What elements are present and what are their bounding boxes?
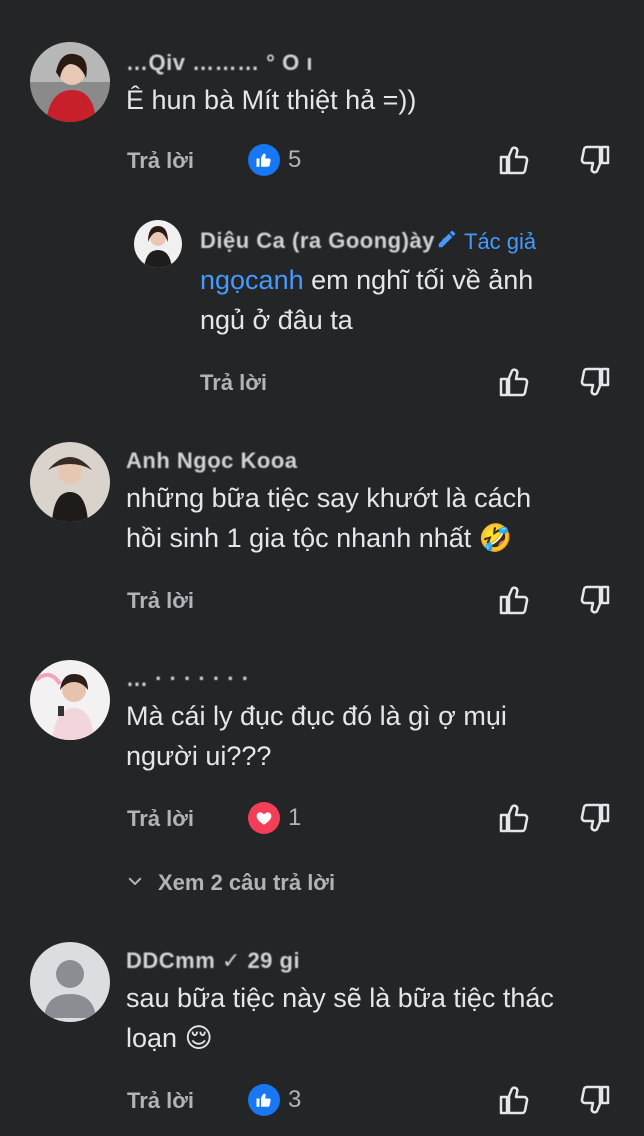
avatar[interactable] bbox=[134, 220, 182, 268]
downvote-button[interactable] bbox=[577, 364, 613, 400]
upvote-button[interactable] bbox=[496, 364, 532, 400]
upvote-button[interactable] bbox=[496, 1082, 532, 1118]
reply-text-body: em nghĩ tối về ảnh bbox=[303, 265, 534, 295]
upvote-button[interactable] bbox=[496, 582, 532, 618]
reply-button[interactable]: Trả lời bbox=[127, 588, 194, 614]
relieved-emoji: 😌 bbox=[184, 1023, 213, 1053]
reaction-summary[interactable]: 3 bbox=[248, 1084, 301, 1116]
comment-author[interactable]: DDCmm ✓ 29 gi bbox=[126, 948, 300, 974]
like-icon bbox=[248, 1084, 280, 1116]
reply-text-line2: ngủ ở đâu ta bbox=[200, 305, 353, 335]
comment-actions: Trả lời 5 bbox=[0, 142, 644, 182]
like-icon bbox=[248, 144, 280, 176]
comment-text-body: loạn bbox=[126, 1023, 178, 1053]
reply-button[interactable]: Trả lời bbox=[127, 806, 194, 832]
downvote-button[interactable] bbox=[577, 1082, 613, 1118]
comment-text: sau bữa tiệc này sẽ là bữa tiệc thác bbox=[126, 983, 554, 1013]
downvote-button[interactable] bbox=[577, 800, 613, 836]
reply-button[interactable]: Trả lời bbox=[127, 1088, 194, 1114]
reply-author-name: Diệu Ca (ra Goong)ày · bbox=[200, 228, 450, 253]
comment-author[interactable]: …Qiv ……… ° O ı bbox=[126, 50, 313, 76]
rofl-emoji: 🤣 bbox=[478, 523, 513, 553]
view-replies-label: Xem 2 câu trả lời bbox=[158, 870, 336, 895]
downvote-button[interactable] bbox=[577, 582, 613, 618]
comment-actions: Trả lời 1 bbox=[0, 800, 644, 840]
comment-text-line2: hồi sinh 1 gia tộc nhanh nhất 🤣 bbox=[126, 518, 512, 558]
pencil-icon bbox=[436, 228, 458, 256]
comment-thread: …Qiv ……… ° O ı Ê hun bà Mít thiệt hả =))… bbox=[0, 0, 644, 1136]
reaction-count: 1 bbox=[288, 804, 302, 831]
avatar[interactable] bbox=[30, 942, 110, 1022]
author-badge: Tác giả bbox=[436, 228, 536, 256]
avatar[interactable] bbox=[30, 660, 110, 740]
comment-actions: Trả lời 3 bbox=[0, 1082, 644, 1122]
comment-text-line2: người ui??? bbox=[126, 741, 272, 771]
avatar[interactable] bbox=[30, 42, 110, 122]
avatar[interactable] bbox=[30, 442, 110, 522]
comment-text: những bữa tiệc say khướt là cách bbox=[126, 483, 532, 513]
mention-link[interactable]: ngọcanh bbox=[200, 265, 304, 295]
comment-author[interactable]: Anh Ngọc Kooa bbox=[126, 448, 298, 474]
comment-text-line2: loạn 😌 bbox=[126, 1018, 213, 1058]
view-replies-button[interactable]: Xem 2 câu trả lời bbox=[126, 870, 335, 896]
love-icon bbox=[248, 802, 280, 834]
comment-author[interactable]: … · · · · · · · bbox=[126, 666, 250, 692]
reaction-summary[interactable]: 1 bbox=[248, 802, 301, 834]
reply-actions: Trả lời bbox=[0, 364, 644, 404]
reply-button[interactable]: Trả lời bbox=[200, 370, 267, 396]
reply-author[interactable]: Diệu Ca (ra Goong)ày · bbox=[200, 228, 449, 254]
reaction-summary[interactable]: 5 bbox=[248, 144, 301, 176]
reaction-count: 5 bbox=[288, 146, 302, 173]
upvote-button[interactable] bbox=[496, 142, 532, 178]
comment-text-body: hồi sinh 1 gia tộc nhanh nhất bbox=[126, 523, 472, 553]
reply-button[interactable]: Trả lời bbox=[127, 148, 194, 174]
reaction-count: 3 bbox=[288, 1086, 302, 1113]
reply-text: ngọcanh em nghĩ tối về ảnh bbox=[200, 260, 533, 300]
comment-text: Mà cái ly đục đục đó là gì ợ mụi bbox=[126, 701, 507, 731]
chevron-down-icon bbox=[126, 870, 144, 896]
upvote-button[interactable] bbox=[496, 800, 532, 836]
comment-text: Ê hun bà Mít thiệt hả =)) bbox=[126, 85, 417, 115]
downvote-button[interactable] bbox=[577, 142, 613, 178]
comment-actions: Trả lời bbox=[0, 582, 644, 622]
author-badge-label: Tác giả bbox=[464, 229, 537, 254]
